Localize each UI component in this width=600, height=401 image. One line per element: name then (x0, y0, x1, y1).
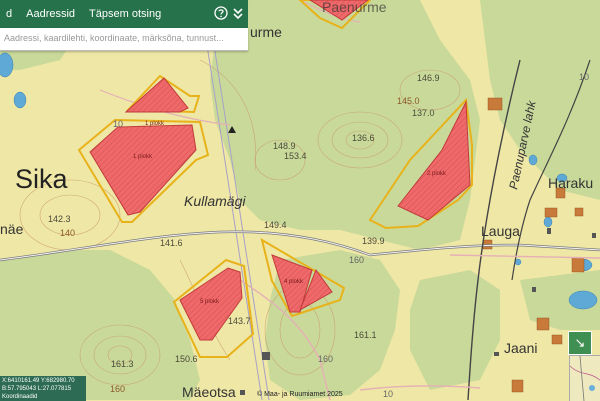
tab-advanced-search[interactable]: Täpsem otsing (82, 8, 168, 20)
minimap-canvas (570, 356, 600, 401)
road-number: 10 (113, 119, 123, 129)
plot-label: 4 plokk (284, 279, 304, 285)
elevation-label: 141.6 (160, 238, 183, 248)
place-paenurme-top: Paenurme (322, 0, 387, 15)
tab-icons (214, 6, 244, 24)
search-box (0, 28, 248, 51)
elevation-label: 153.4 (284, 151, 307, 161)
road-number: 160 (318, 354, 333, 364)
road-number: 10 (383, 389, 393, 399)
tab-addresses[interactable]: Aadressid (19, 8, 82, 20)
attribution: © Maa- ja Ruumiamet 2025 (257, 391, 343, 398)
search-input[interactable] (0, 28, 240, 48)
elevation-label: 136.6 (352, 133, 375, 143)
elevation-label: 137.0 (412, 108, 435, 118)
expand-overview-button[interactable]: ↘ (568, 331, 592, 355)
tab-first[interactable]: d (0, 8, 19, 20)
road-number: 10 (579, 72, 589, 82)
place-lauga: Lauga (481, 223, 520, 239)
plot-label: 2 plokk (427, 171, 447, 177)
coordinates-readout: X:6410161.49 Y:682980.70 B:57.795043 L:2… (0, 376, 86, 401)
elevation-label: 161.1 (354, 330, 377, 340)
search-panel: d Aadressid Täpsem otsing (0, 0, 248, 51)
plot-label: 1 plokk (145, 121, 165, 127)
place-sika: Sika (15, 164, 69, 194)
elevation-label: 143.7 (228, 316, 251, 326)
coordinates-xy: X:6410161.49 Y:682980.70 (2, 378, 75, 384)
elevation-label: 148.9 (273, 141, 296, 151)
help-icon[interactable] (214, 6, 228, 24)
elevation-label: 142.3 (48, 214, 71, 224)
place-haraku: Haraku (548, 175, 593, 191)
place-kullamagi: Kullamägi (184, 193, 246, 209)
place-jaani: Jaani (504, 340, 537, 356)
place-maeotsa: Mäeotsa (182, 384, 236, 400)
elevation-label: 160 (110, 384, 125, 394)
map-canvas[interactable]: 1 plokk 2 plokk 5 plokk 4 plokk 1 plokk … (0, 0, 600, 400)
elevation-label: 145.0 (397, 96, 420, 106)
elevation-label: 150.6 (175, 354, 198, 364)
elevation-label: 139.9 (362, 236, 385, 246)
place-urme: urme (250, 24, 282, 40)
elevation-label: 149.4 (264, 220, 287, 230)
elevation-label: 140 (60, 228, 75, 238)
elevation-label: 161.3 (111, 359, 134, 369)
place-nae: näe (0, 221, 24, 237)
road-number: 160 (349, 255, 364, 265)
tab-bar: d Aadressid Täpsem otsing (0, 0, 248, 28)
plot-label: 1 plokk (133, 154, 153, 160)
elevation-label: 146.9 (417, 73, 440, 83)
coordinates-bl: B:57.795043 L:27.077815 (2, 386, 72, 392)
plot-label: 5 plokk (200, 299, 220, 305)
overview-minimap[interactable] (569, 355, 600, 401)
arrow-down-right-icon: ↘ (574, 335, 586, 350)
chevron-double-down-icon[interactable] (232, 6, 244, 24)
